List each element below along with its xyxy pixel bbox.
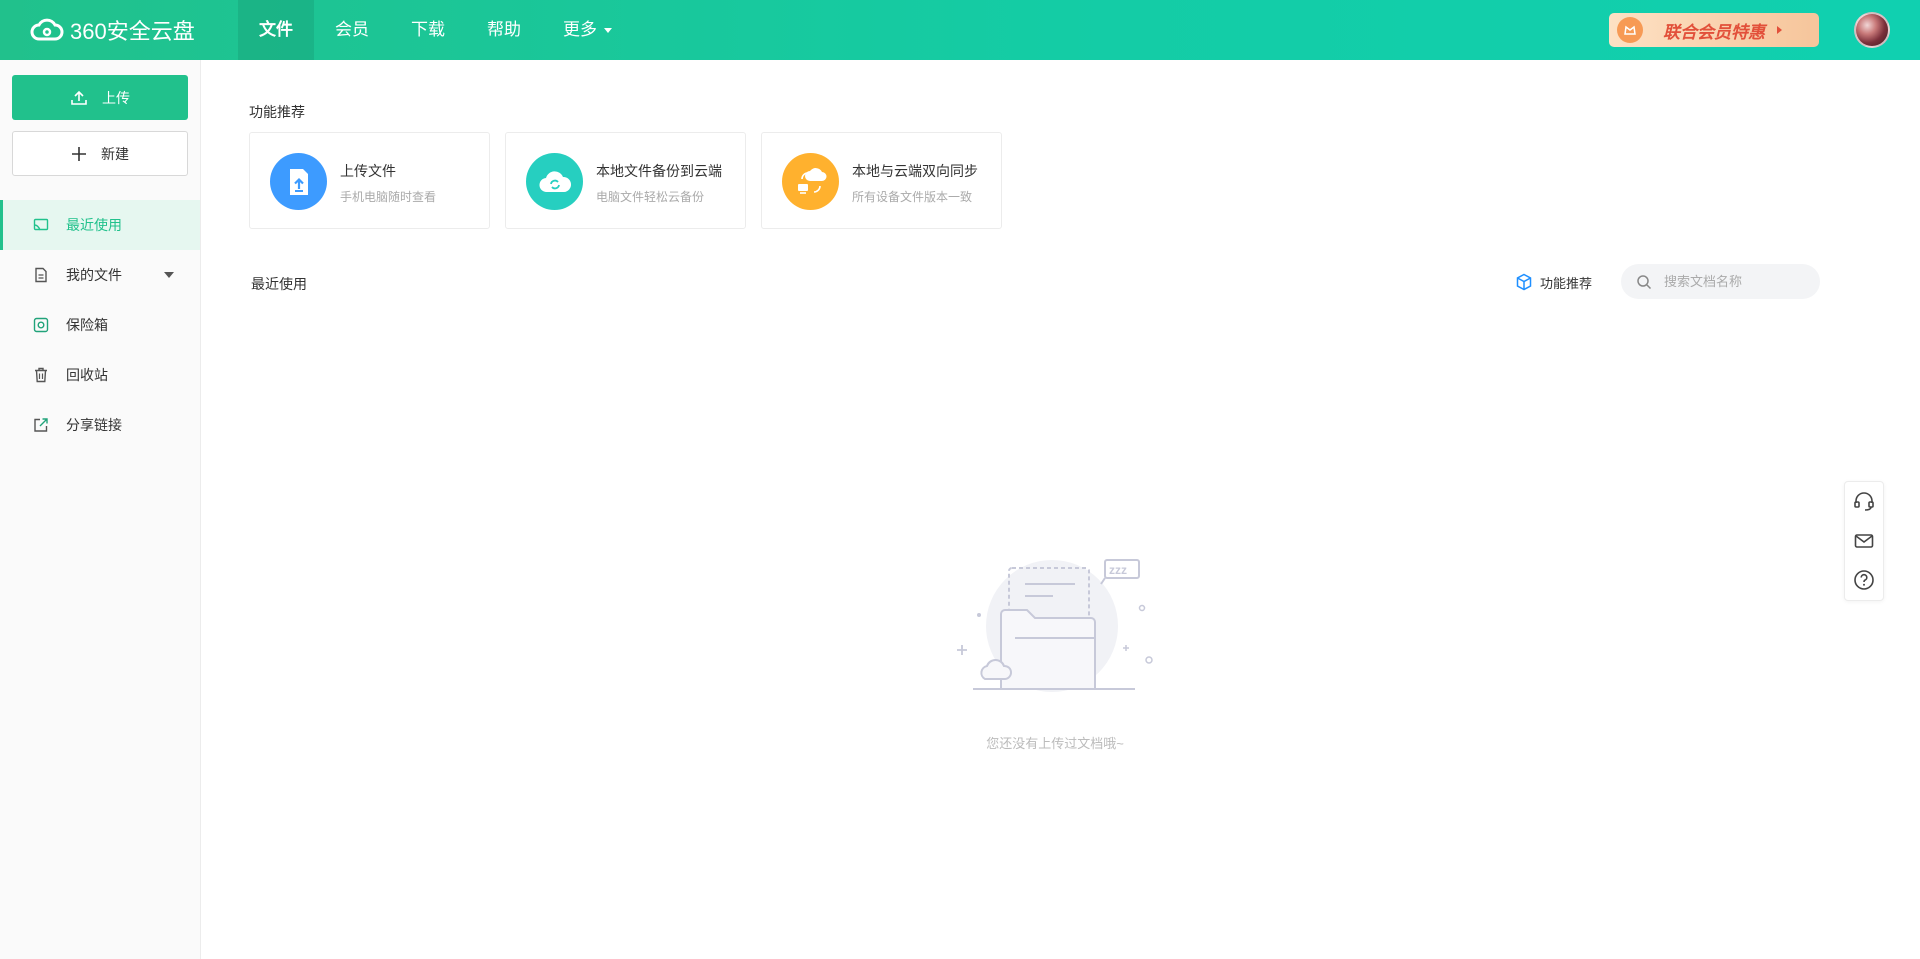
expand-caret-icon[interactable] bbox=[164, 272, 174, 278]
customer-service-button[interactable] bbox=[1845, 482, 1883, 521]
feature-card-upload[interactable]: 上传文件 手机电脑随时查看 bbox=[249, 132, 490, 229]
new-button[interactable]: 新建 bbox=[12, 131, 188, 176]
nav-help[interactable]: 帮助 bbox=[466, 0, 542, 60]
sidebar-item-label: 回收站 bbox=[66, 367, 108, 383]
feature-card-title: 本地与云端双向同步 bbox=[852, 163, 978, 179]
user-avatar[interactable] bbox=[1854, 12, 1890, 48]
logo-text: 360安全云盘 bbox=[70, 19, 195, 44]
logo-cloud-icon bbox=[30, 18, 64, 41]
feature-card-subtitle: 电脑文件轻松云备份 bbox=[596, 190, 705, 204]
upload-icon bbox=[71, 90, 87, 105]
logo[interactable]: 360安全云盘 bbox=[30, 16, 195, 44]
cloud-backup-icon bbox=[526, 153, 583, 210]
help-icon bbox=[1854, 569, 1874, 590]
my-files-icon bbox=[32, 266, 50, 284]
feature-recommend-link[interactable]: 功能推荐 bbox=[1515, 270, 1592, 294]
recent-section-title: 最近使用 bbox=[251, 276, 307, 292]
nav-membership-label: 会员 bbox=[335, 20, 369, 39]
customer-service-icon bbox=[1854, 491, 1874, 511]
empty-state-text: 您还没有上传过文档哦~ bbox=[986, 736, 1124, 751]
feature-card-backup[interactable]: 本地文件备份到云端 电脑文件轻松云备份 bbox=[505, 132, 746, 229]
floating-toolbar bbox=[1844, 481, 1884, 601]
sync-icon bbox=[782, 153, 839, 210]
promo-banner-button[interactable]: 联合会员特惠 bbox=[1609, 13, 1819, 47]
nav-files-label: 文件 bbox=[259, 20, 293, 39]
chevron-down-icon bbox=[604, 27, 612, 33]
share-icon bbox=[32, 416, 50, 434]
feature-recommend-label: 功能推荐 bbox=[1540, 275, 1593, 291]
message-button[interactable] bbox=[1845, 521, 1883, 560]
recent-icon bbox=[32, 216, 50, 234]
search-box bbox=[1621, 264, 1820, 299]
sidebar-item-label: 保险箱 bbox=[66, 317, 108, 333]
feature-card-sync[interactable]: 本地与云端双向同步 所有设备文件版本一致 bbox=[761, 132, 1002, 229]
crown-badge-icon bbox=[1617, 17, 1643, 43]
nav-more[interactable]: 更多 bbox=[542, 0, 633, 60]
trash-icon bbox=[32, 366, 50, 384]
mail-icon bbox=[1854, 533, 1874, 548]
upload-file-icon bbox=[270, 153, 327, 210]
nav-help-label: 帮助 bbox=[487, 20, 521, 39]
sidebar: 上传 新建 最近使用 我的文件 保险箱 回收站 分享链接 bbox=[0, 60, 201, 959]
sidebar-item-my-files[interactable]: 我的文件 bbox=[0, 250, 200, 300]
nav-download-label: 下载 bbox=[411, 20, 445, 39]
upload-button[interactable]: 上传 bbox=[12, 75, 188, 120]
upload-button-label: 上传 bbox=[102, 89, 130, 106]
sidebar-item-label: 最近使用 bbox=[66, 217, 122, 233]
search-icon bbox=[1637, 274, 1652, 289]
help-button[interactable] bbox=[1845, 560, 1883, 599]
sidebar-item-trash[interactable]: 回收站 bbox=[0, 350, 200, 400]
sidebar-item-safe[interactable]: 保险箱 bbox=[0, 300, 200, 350]
arrow-right-icon bbox=[1777, 26, 1782, 34]
nav-download[interactable]: 下载 bbox=[390, 0, 466, 60]
main-nav: 文件 会员 下载 帮助 更多 bbox=[238, 0, 633, 60]
empty-state-illustration: zzz bbox=[957, 559, 1153, 692]
new-button-label: 新建 bbox=[101, 145, 129, 162]
top-header: 360安全云盘 文件 会员 下载 帮助 更多 联合会员特惠 bbox=[0, 0, 1920, 60]
cube-icon bbox=[1516, 273, 1532, 291]
nav-membership[interactable]: 会员 bbox=[314, 0, 390, 60]
sidebar-item-recent[interactable]: 最近使用 bbox=[0, 200, 200, 250]
promo-label: 联合会员特惠 bbox=[1663, 22, 1765, 42]
safe-icon bbox=[32, 316, 50, 334]
feature-section-title: 功能推荐 bbox=[249, 104, 305, 120]
sidebar-item-label: 我的文件 bbox=[66, 267, 122, 283]
feature-card-title: 上传文件 bbox=[340, 163, 396, 179]
plus-icon bbox=[72, 146, 86, 161]
feature-card-subtitle: 所有设备文件版本一致 bbox=[852, 190, 973, 204]
sidebar-item-share-links[interactable]: 分享链接 bbox=[0, 400, 200, 450]
feature-card-subtitle: 手机电脑随时查看 bbox=[340, 190, 437, 204]
feature-card-title: 本地文件备份到云端 bbox=[596, 163, 722, 179]
nav-more-label: 更多 bbox=[563, 20, 597, 39]
sidebar-item-label: 分享链接 bbox=[66, 417, 122, 433]
search-input[interactable] bbox=[1664, 274, 1804, 289]
svg-text:zzz: zzz bbox=[1109, 563, 1127, 577]
nav-files[interactable]: 文件 bbox=[238, 0, 314, 60]
sidebar-menu: 最近使用 我的文件 保险箱 回收站 分享链接 bbox=[0, 200, 200, 450]
